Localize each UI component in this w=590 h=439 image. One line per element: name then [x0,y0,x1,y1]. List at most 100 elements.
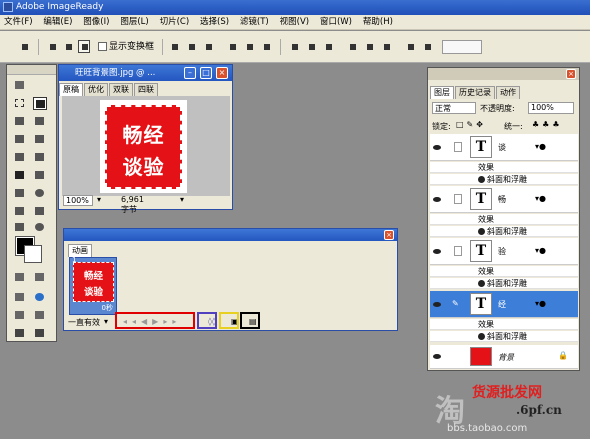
unify-icons[interactable]: ♣♣♣ [532,120,563,129]
eyedropper-icon[interactable] [33,205,47,218]
layers-panel-titlebar[interactable]: × [428,68,579,80]
tab-layers[interactable]: 图层 [430,86,454,99]
canvas-area[interactable]: 畅经 谈验 [62,96,230,196]
align-hcenter-icon[interactable] [243,40,255,53]
screen-mode-icon[interactable] [13,309,27,322]
distribute-right-icon[interactable] [380,40,392,53]
distribute-extra-icon[interactable] [404,40,416,53]
visibility-eye-icon[interactable] [433,302,441,307]
menu-edit[interactable]: 编辑(E) [39,15,76,30]
distribute-bottom-icon[interactable] [322,40,334,53]
background-layer-row[interactable]: 背景 🔒 [430,345,578,369]
menu-window[interactable]: 窗口(W) [316,15,356,30]
visibility-eye-icon[interactable] [433,249,441,254]
zoom-field[interactable]: 100% [63,195,93,206]
distribute-top-icon[interactable] [288,40,300,53]
tab-original[interactable]: 原稿 [59,83,83,96]
minimize-icon[interactable]: – [184,67,196,79]
checkbox-icon[interactable] [98,42,107,51]
layers-close-icon[interactable]: × [566,69,576,79]
move-tool-option-icon[interactable] [18,40,30,53]
zoom-dropdown-icon[interactable]: ▾ [97,195,101,204]
menu-slice[interactable]: 切片(C) [156,15,194,30]
effects-row[interactable]: 效果 [430,319,578,330]
link-box[interactable] [454,246,462,256]
effect-row[interactable]: 斜面和浮雕 [430,226,578,237]
distribute-extra2-icon[interactable] [421,40,433,53]
opacity-field[interactable]: 100% [528,102,574,114]
effect-eye-icon[interactable] [478,176,485,183]
animation-frame[interactable]: 1 畅经 谈验 0秒 [69,256,117,315]
toolbox-grip[interactable] [7,65,56,75]
effect-row[interactable]: 斜面和浮雕 [430,331,578,342]
rect-marquee-icon[interactable] [13,97,27,110]
type-tool-icon[interactable] [13,169,27,182]
tab-2up[interactable]: 双联 [109,83,133,96]
pointer-icon[interactable] [78,40,90,53]
visibility-eye-icon[interactable] [433,145,441,150]
magic-wand-icon[interactable] [33,115,47,128]
fx-icon[interactable]: ▾● [535,246,546,255]
fx-icon[interactable]: ▾● [535,299,546,308]
rectangle-tool-icon[interactable] [33,169,47,182]
animation-panel-titlebar[interactable]: × [64,229,397,241]
align-top-icon[interactable] [168,40,180,53]
menu-help[interactable]: 帮助(H) [359,15,397,30]
preset-dropdown[interactable] [442,40,482,54]
show-transform-checkbox[interactable]: 显示变换框 [98,40,154,54]
canvas-image[interactable]: 畅经 谈验 [100,100,187,193]
ellipse-tool-icon[interactable] [33,187,47,200]
frame-delay[interactable]: 0秒 [102,303,113,313]
tab-optimized[interactable]: 优化 [84,83,108,96]
menu-select[interactable]: 选择(S) [196,15,233,30]
extra-tool-icon[interactable] [33,327,47,340]
fx-icon[interactable]: ▾● [535,142,546,151]
jump-to-photoshop-icon[interactable] [13,327,27,340]
tab-history[interactable]: 历史记录 [455,86,495,99]
menu-filter[interactable]: 滤镜(T) [236,15,273,30]
fullscreen-mode-icon[interactable] [33,309,47,322]
layer-row[interactable]: T 畅 ▾● [430,186,578,213]
group-select-icon[interactable] [62,40,74,53]
animation-close-icon[interactable]: × [384,230,394,240]
toggle-image-map-icon[interactable] [13,271,27,284]
align-vcenter-icon[interactable] [185,40,197,53]
slice-icon[interactable] [33,133,47,146]
brush-icon[interactable] [33,151,47,164]
layer-row[interactable]: T 谈 ▾● [430,134,578,161]
effect-eye-icon[interactable] [478,228,485,235]
background-color-swatch[interactable] [24,245,42,263]
zoom-icon[interactable] [33,221,47,234]
brush-link-icon[interactable]: ✎ [452,299,459,308]
auto-select-icon[interactable] [46,40,58,53]
close-icon[interactable]: × [216,67,228,79]
effects-row[interactable]: 效果 [430,214,578,225]
loop-dropdown-icon[interactable]: ▾ [104,317,108,326]
size-dropdown-icon[interactable]: ▾ [180,195,184,204]
distribute-hcenter-icon[interactable] [363,40,375,53]
toggle-slices-icon[interactable] [33,271,47,284]
align-left-icon[interactable] [226,40,238,53]
line-tool-icon[interactable] [13,187,27,200]
effect-row[interactable]: 斜面和浮雕 [430,174,578,185]
lasso-icon[interactable] [13,115,27,128]
crop-icon[interactable] [13,133,27,146]
align-right-icon[interactable] [260,40,272,53]
image-window-titlebar[interactable]: 旺旺背景图.jpg @ ... – □ × [59,65,232,81]
effects-row[interactable]: 效果 [430,162,578,173]
fx-icon[interactable]: ▾● [535,194,546,203]
effect-eye-icon[interactable] [478,280,485,287]
menu-image[interactable]: 图像(I) [79,15,113,30]
crop-tool-icon[interactable] [13,205,27,218]
preview-browser-icon[interactable] [33,291,47,304]
move-tool-icon[interactable] [33,97,47,110]
layer-row-selected[interactable]: ✎ T 经 ▾● [430,291,578,318]
link-box[interactable] [454,142,462,152]
menu-view[interactable]: 视图(V) [276,15,313,30]
effect-row[interactable]: 斜面和浮雕 [430,278,578,289]
blend-mode-dropdown[interactable]: 正常 [432,102,476,114]
link-box[interactable] [454,194,462,204]
effects-row[interactable]: 效果 [430,266,578,277]
eraser-icon[interactable] [13,151,27,164]
lock-icons[interactable]: □✎✥ [456,120,486,129]
